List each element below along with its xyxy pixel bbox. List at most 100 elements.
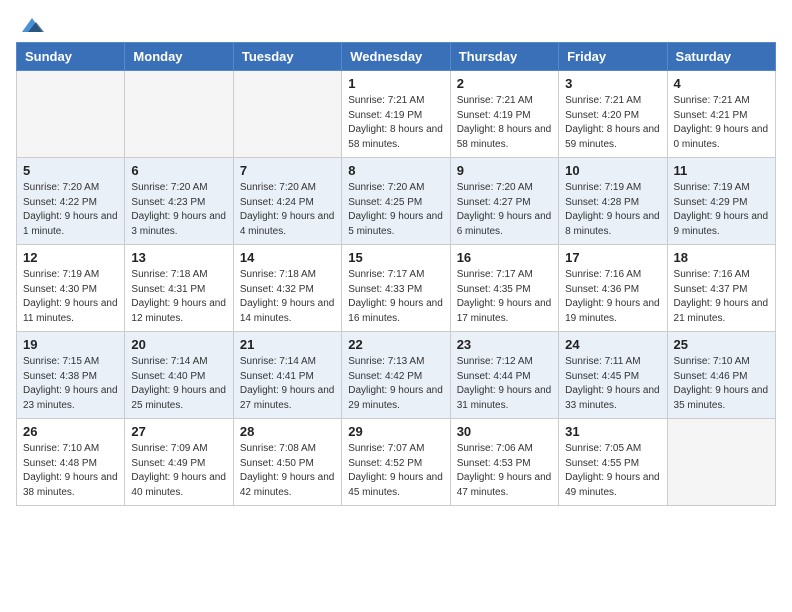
cell-info: Sunrise: 7:20 AM Sunset: 4:25 PM Dayligh… — [348, 181, 443, 239]
calendar-week-5: 26 Sunrise: 7:10 AM Sunset: 4:48 PM Dayli… — [17, 419, 776, 506]
calendar-cell: 20 Sunrise: 7:14 AM Sunset: 4:40 PM Dayli… — [125, 332, 233, 419]
calendar-cell: 10 Sunrise: 7:19 AM Sunset: 4:28 PM Dayli… — [559, 158, 667, 245]
cell-info: Sunrise: 7:12 AM Sunset: 4:44 PM Dayligh… — [457, 355, 552, 413]
cell-info: Sunrise: 7:05 AM Sunset: 4:55 PM Dayligh… — [565, 442, 660, 500]
cell-date: 15 — [348, 250, 443, 265]
cell-date: 18 — [674, 250, 769, 265]
cell-info: Sunrise: 7:21 AM Sunset: 4:20 PM Dayligh… — [565, 94, 660, 152]
calendar-cell: 29 Sunrise: 7:07 AM Sunset: 4:52 PM Dayli… — [342, 419, 450, 506]
calendar-cell: 31 Sunrise: 7:05 AM Sunset: 4:55 PM Dayli… — [559, 419, 667, 506]
calendar-cell: 30 Sunrise: 7:06 AM Sunset: 4:53 PM Dayli… — [450, 419, 558, 506]
calendar-cell: 21 Sunrise: 7:14 AM Sunset: 4:41 PM Dayli… — [233, 332, 341, 419]
cell-info: Sunrise: 7:18 AM Sunset: 4:32 PM Dayligh… — [240, 268, 335, 326]
cell-date: 9 — [457, 163, 552, 178]
calendar-cell — [667, 419, 775, 506]
page: SundayMondayTuesdayWednesdayThursdayFrid… — [0, 0, 792, 522]
cell-date: 28 — [240, 424, 335, 439]
calendar-cell: 8Sunrise: 7:20 AM Sunset: 4:25 PM Daylig… — [342, 158, 450, 245]
cell-date: 14 — [240, 250, 335, 265]
calendar-week-4: 19 Sunrise: 7:15 AM Sunset: 4:38 PM Dayli… — [17, 332, 776, 419]
cell-info: Sunrise: 7:11 AM Sunset: 4:45 PM Dayligh… — [565, 355, 660, 413]
weekday-header-row: SundayMondayTuesdayWednesdayThursdayFrid… — [17, 43, 776, 71]
cell-date: 17 — [565, 250, 660, 265]
weekday-friday: Friday — [559, 43, 667, 71]
cell-date: 20 — [131, 337, 226, 352]
cell-info: Sunrise: 7:14 AM Sunset: 4:41 PM Dayligh… — [240, 355, 335, 413]
cell-date: 30 — [457, 424, 552, 439]
cell-info: Sunrise: 7:19 AM Sunset: 4:29 PM Dayligh… — [674, 181, 769, 239]
calendar-cell: 15Sunrise: 7:17 AM Sunset: 4:33 PM Dayli… — [342, 245, 450, 332]
calendar-cell: 23 Sunrise: 7:12 AM Sunset: 4:44 PM Dayli… — [450, 332, 558, 419]
cell-info: Sunrise: 7:15 AM Sunset: 4:38 PM Dayligh… — [23, 355, 118, 413]
weekday-tuesday: Tuesday — [233, 43, 341, 71]
calendar: SundayMondayTuesdayWednesdayThursdayFrid… — [16, 42, 776, 506]
cell-info: Sunrise: 7:20 AM Sunset: 4:22 PM Dayligh… — [23, 181, 118, 239]
calendar-cell — [17, 71, 125, 158]
calendar-cell: 16 Sunrise: 7:17 AM Sunset: 4:35 PM Dayli… — [450, 245, 558, 332]
cell-date: 13 — [131, 250, 226, 265]
calendar-cell: 13 Sunrise: 7:18 AM Sunset: 4:31 PM Dayli… — [125, 245, 233, 332]
weekday-monday: Monday — [125, 43, 233, 71]
cell-info: Sunrise: 7:08 AM Sunset: 4:50 PM Dayligh… — [240, 442, 335, 500]
weekday-thursday: Thursday — [450, 43, 558, 71]
cell-info: Sunrise: 7:19 AM Sunset: 4:28 PM Dayligh… — [565, 181, 660, 239]
cell-date: 16 — [457, 250, 552, 265]
calendar-cell: 12 Sunrise: 7:19 AM Sunset: 4:30 PM Dayli… — [17, 245, 125, 332]
cell-date: 29 — [348, 424, 443, 439]
cell-info: Sunrise: 7:21 AM Sunset: 4:19 PM Dayligh… — [348, 94, 443, 152]
cell-date: 23 — [457, 337, 552, 352]
calendar-cell: 24 Sunrise: 7:11 AM Sunset: 4:45 PM Dayli… — [559, 332, 667, 419]
calendar-cell: 11Sunrise: 7:19 AM Sunset: 4:29 PM Dayli… — [667, 158, 775, 245]
cell-info: Sunrise: 7:10 AM Sunset: 4:48 PM Dayligh… — [23, 442, 118, 500]
calendar-cell: 22 Sunrise: 7:13 AM Sunset: 4:42 PM Dayli… — [342, 332, 450, 419]
cell-info: Sunrise: 7:20 AM Sunset: 4:24 PM Dayligh… — [240, 181, 335, 239]
cell-date: 4 — [674, 76, 769, 91]
cell-info: Sunrise: 7:07 AM Sunset: 4:52 PM Dayligh… — [348, 442, 443, 500]
cell-date: 22 — [348, 337, 443, 352]
calendar-cell: 25 Sunrise: 7:10 AM Sunset: 4:46 PM Dayli… — [667, 332, 775, 419]
cell-date: 5 — [23, 163, 118, 178]
cell-info: Sunrise: 7:18 AM Sunset: 4:31 PM Dayligh… — [131, 268, 226, 326]
calendar-week-1: 1 Sunrise: 7:21 AM Sunset: 4:19 PM Daylig… — [17, 71, 776, 158]
cell-date: 1 — [348, 76, 443, 91]
cell-date: 10 — [565, 163, 660, 178]
calendar-cell — [233, 71, 341, 158]
cell-date: 24 — [565, 337, 660, 352]
cell-date: 25 — [674, 337, 769, 352]
cell-date: 3 — [565, 76, 660, 91]
weekday-saturday: Saturday — [667, 43, 775, 71]
cell-info: Sunrise: 7:10 AM Sunset: 4:46 PM Dayligh… — [674, 355, 769, 413]
calendar-cell: 4Sunrise: 7:21 AM Sunset: 4:21 PM Daylig… — [667, 71, 775, 158]
cell-date: 7 — [240, 163, 335, 178]
calendar-cell — [125, 71, 233, 158]
cell-date: 12 — [23, 250, 118, 265]
cell-info: Sunrise: 7:19 AM Sunset: 4:30 PM Dayligh… — [23, 268, 118, 326]
cell-info: Sunrise: 7:20 AM Sunset: 4:23 PM Dayligh… — [131, 181, 226, 239]
calendar-cell: 18Sunrise: 7:16 AM Sunset: 4:37 PM Dayli… — [667, 245, 775, 332]
cell-info: Sunrise: 7:21 AM Sunset: 4:19 PM Dayligh… — [457, 94, 552, 152]
calendar-week-2: 5 Sunrise: 7:20 AM Sunset: 4:22 PM Daylig… — [17, 158, 776, 245]
cell-info: Sunrise: 7:17 AM Sunset: 4:35 PM Dayligh… — [457, 268, 552, 326]
cell-info: Sunrise: 7:16 AM Sunset: 4:36 PM Dayligh… — [565, 268, 660, 326]
logo — [16, 16, 46, 30]
calendar-cell: 6Sunrise: 7:20 AM Sunset: 4:23 PM Daylig… — [125, 158, 233, 245]
cell-date: 21 — [240, 337, 335, 352]
weekday-wednesday: Wednesday — [342, 43, 450, 71]
cell-date: 27 — [131, 424, 226, 439]
cell-info: Sunrise: 7:09 AM Sunset: 4:49 PM Dayligh… — [131, 442, 226, 500]
cell-date: 31 — [565, 424, 660, 439]
cell-date: 26 — [23, 424, 118, 439]
cell-date: 19 — [23, 337, 118, 352]
calendar-cell: 9Sunrise: 7:20 AM Sunset: 4:27 PM Daylig… — [450, 158, 558, 245]
calendar-body: 1 Sunrise: 7:21 AM Sunset: 4:19 PM Daylig… — [17, 71, 776, 506]
calendar-cell: 2Sunrise: 7:21 AM Sunset: 4:19 PM Daylig… — [450, 71, 558, 158]
weekday-sunday: Sunday — [17, 43, 125, 71]
calendar-cell: 19 Sunrise: 7:15 AM Sunset: 4:38 PM Dayli… — [17, 332, 125, 419]
cell-info: Sunrise: 7:13 AM Sunset: 4:42 PM Dayligh… — [348, 355, 443, 413]
calendar-cell: 3 Sunrise: 7:21 AM Sunset: 4:20 PM Daylig… — [559, 71, 667, 158]
logo-icon — [18, 14, 46, 36]
calendar-cell: 7 Sunrise: 7:20 AM Sunset: 4:24 PM Daylig… — [233, 158, 341, 245]
calendar-cell: 14 Sunrise: 7:18 AM Sunset: 4:32 PM Dayli… — [233, 245, 341, 332]
cell-info: Sunrise: 7:06 AM Sunset: 4:53 PM Dayligh… — [457, 442, 552, 500]
cell-info: Sunrise: 7:14 AM Sunset: 4:40 PM Dayligh… — [131, 355, 226, 413]
